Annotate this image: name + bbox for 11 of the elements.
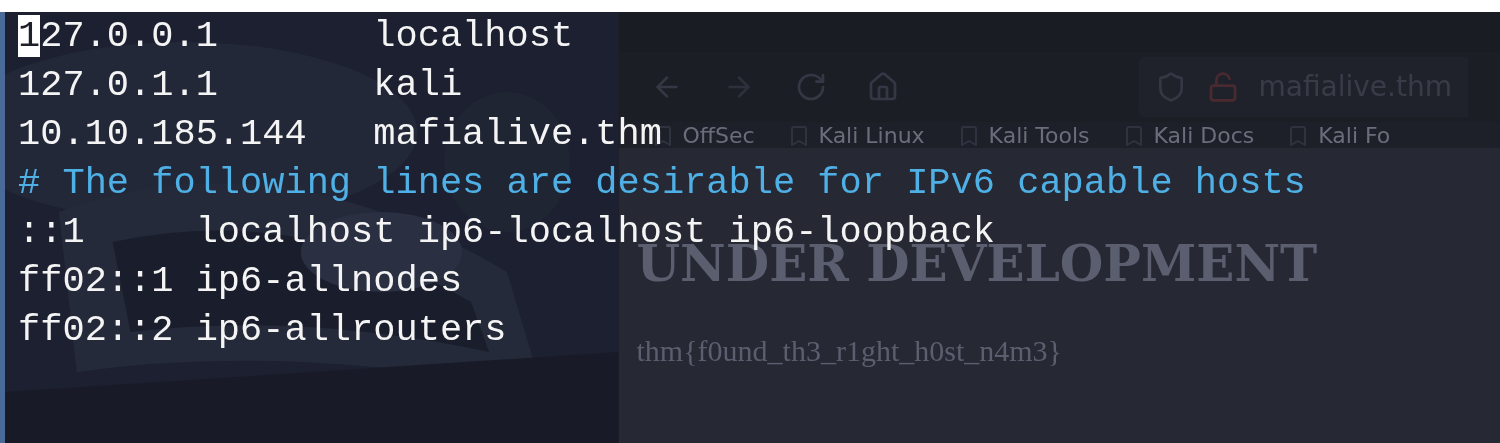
- hosts-entry: 10.10.185.144 mafialive.thm: [18, 112, 662, 157]
- bookmark[interactable]: Kali Linux: [786, 124, 925, 148]
- hosts-entry: 127.0.0.1 localhost: [18, 14, 574, 59]
- bookmark[interactable]: Kali Fo: [1286, 124, 1391, 148]
- bookmark[interactable]: Kali Docs: [1121, 124, 1255, 148]
- bookmark[interactable]: Kali Tools: [956, 124, 1090, 148]
- flag-text: thm{f0und_th3_r1ght_h0st_n4m3}: [636, 333, 1063, 369]
- hosts-entry: ff02::2 ip6-allrouters: [18, 308, 507, 353]
- comment-line: # The following lines are desirable for IPv6 capable hosts: [18, 161, 1306, 206]
- hosts-entry: 127.0.1.1 kali: [18, 63, 463, 108]
- hosts-entry: ff02::1 ip6-allnodes: [18, 259, 463, 304]
